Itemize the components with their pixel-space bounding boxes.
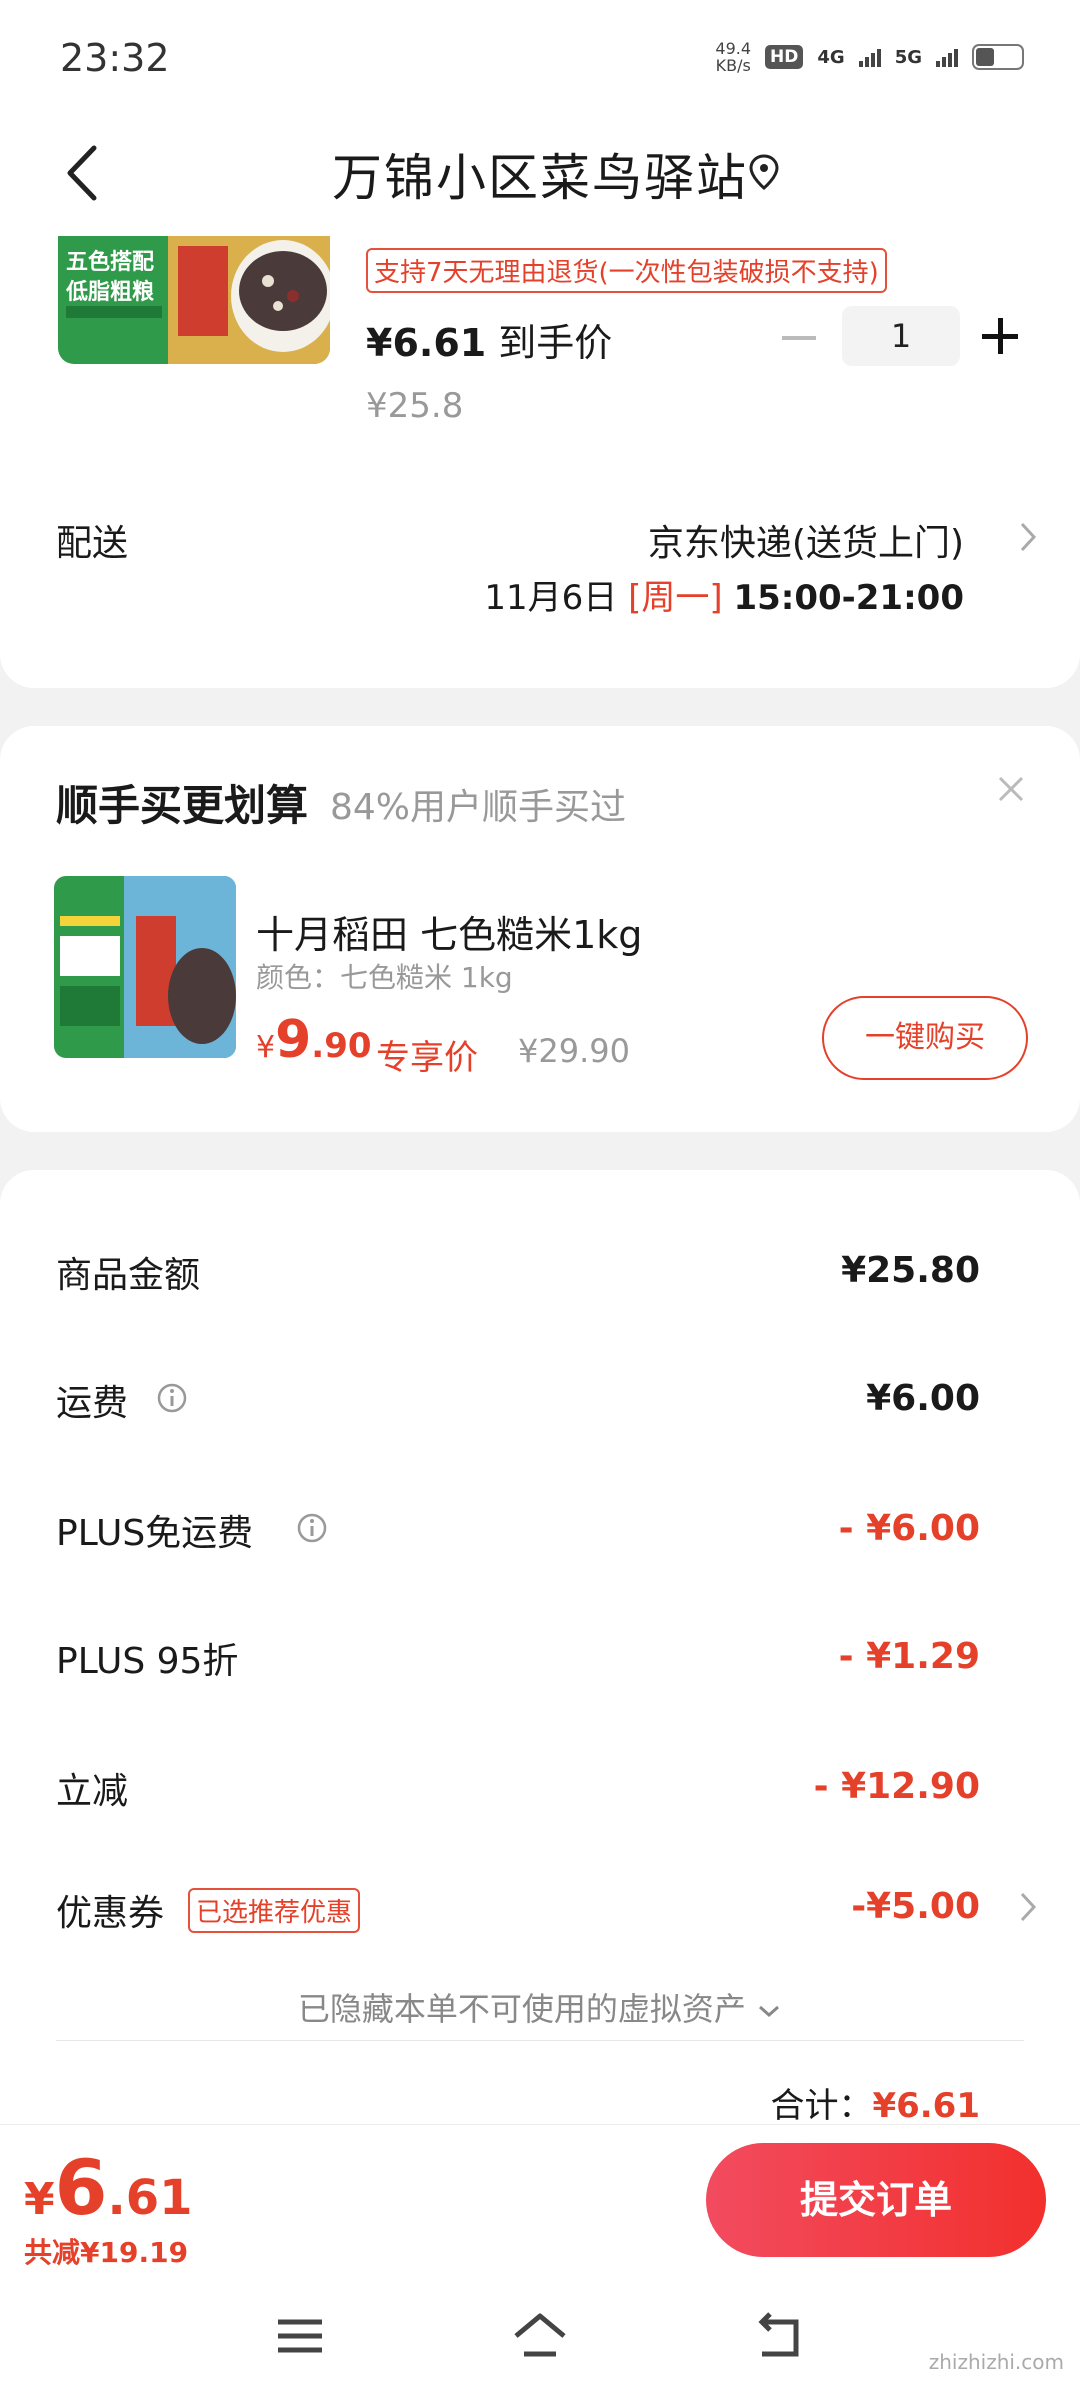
payable-amount: ¥6.61 <box>24 2143 193 2232</box>
exclusive-price-label: 专享价 <box>376 1038 478 1078</box>
page-title: 万锦小区菜鸟驿站 <box>332 149 748 207</box>
battery-icon <box>972 44 1024 70</box>
chevron-right-icon[interactable] <box>1018 1890 1038 1924</box>
recommend-subtitle: 84%用户顺手买过 <box>330 787 627 828</box>
total-saved: 共减¥19.19 <box>24 2236 189 2269</box>
shipping-fee-value: ¥6.00 <box>866 1378 980 1419</box>
goods-amount-label: 商品金额 <box>56 1255 201 1296</box>
status-time: 23:32 <box>60 36 170 80</box>
plus-free-shipping-label: PLUS免运费 <box>56 1513 254 1554</box>
chevron-right-icon[interactable] <box>1018 520 1038 554</box>
recommend-product-image[interactable] <box>54 876 236 1058</box>
shipping-fee-label: 运费 <box>56 1383 129 1424</box>
delivery-time[interactable]: 11月6日 [周一] 15:00-21:00 <box>484 570 964 619</box>
menu-icon[interactable] <box>270 2306 330 2366</box>
product-image-text: 五色搭配 低脂粗粮 <box>66 250 155 305</box>
info-icon[interactable] <box>156 1382 188 1414</box>
goods-amount-value: ¥25.80 <box>841 1250 980 1291</box>
shipping-label: 配送 <box>56 523 129 564</box>
info-icon[interactable] <box>296 1512 328 1544</box>
close-icon[interactable] <box>996 774 1026 804</box>
plus-free-shipping-value: - ¥6.00 <box>838 1508 980 1549</box>
coupon-label: 优惠券 <box>56 1893 165 1934</box>
recommend-title: 顺手买更划算 <box>56 781 309 830</box>
instant-discount-value: - ¥12.90 <box>813 1766 980 1807</box>
recommend-card: 顺手买更划算 84%用户顺手买过 十月稻田 七色糙米1kg 颜色：七色糙米 1k… <box>0 726 1080 1132</box>
watermark: zhizhizhi.com <box>928 2350 1064 2374</box>
return-policy-tag: 支持7天无理由退货(一次性包装破损不支持) <box>366 248 887 293</box>
signal-icon <box>936 47 958 67</box>
decrease-quantity-button[interactable] <box>782 336 816 340</box>
status-icons: 49.4 KB/s HD 4G 5G <box>715 40 1024 74</box>
divider <box>56 2040 1024 2041</box>
product-image[interactable]: 五色搭配 低脂粗粮 <box>58 236 330 364</box>
recommend-product-name[interactable]: 十月稻田 七色糙米1kg <box>256 904 642 959</box>
recommend-product-color: 颜色：七色糙米 1kg <box>256 961 513 994</box>
order-product-card: 五色搭配 低脂粗粮 支持7天无理由退货(一次性包装破损不支持) ¥6.61 到手… <box>0 236 1080 688</box>
increase-quantity-button[interactable] <box>982 318 1018 354</box>
order-total: 合计：¥6.61 <box>770 2086 980 2126</box>
recommend-price: ¥9.90 <box>256 1010 372 1070</box>
location-pin-icon[interactable] <box>746 152 782 192</box>
recommend-old-price: ¥29.90 <box>518 1032 630 1070</box>
plus-discount-value: - ¥1.29 <box>838 1636 980 1677</box>
chevron-down-icon <box>759 2005 780 2018</box>
system-nav-bar <box>0 2276 1080 2400</box>
back-nav-icon[interactable] <box>750 2306 810 2366</box>
header: 万锦小区菜鸟驿站 <box>0 118 1080 236</box>
network-5g-label: 5G <box>894 46 922 68</box>
shipping-method[interactable]: 京东快递(送货上门) <box>648 514 964 566</box>
price-summary-card: 商品金额 ¥25.80 运费 ¥6.00 PLUS免运费 - ¥6.00 PLU… <box>0 1170 1080 2130</box>
hand-price: ¥6.61 到手价 <box>366 321 613 365</box>
home-icon[interactable] <box>510 2306 570 2366</box>
back-arrow-icon[interactable] <box>56 138 116 208</box>
one-click-buy-button[interactable]: 一键购买 <box>822 996 1028 1080</box>
hidden-assets-toggle[interactable]: 已隐藏本单不可使用的虚拟资产 <box>0 1984 1080 2030</box>
instant-discount-label: 立减 <box>56 1771 129 1812</box>
original-price: ¥25.8 <box>366 386 464 426</box>
hd-icon: HD <box>765 45 804 69</box>
coupon-value[interactable]: -¥5.00 <box>851 1886 980 1927</box>
checkout-bar: ¥6.61 共减¥19.19 提交订单 <box>0 2124 1080 2276</box>
status-bar: 23:32 49.4 KB/s HD 4G 5G <box>0 0 1080 118</box>
network-4g-label: 4G <box>817 46 845 68</box>
signal-icon <box>858 47 881 67</box>
plus-discount-label: PLUS 95折 <box>56 1641 239 1682</box>
quantity-input[interactable]: 1 <box>842 306 960 366</box>
network-speed: 49.4 KB/s <box>715 39 752 75</box>
coupon-recommended-tag: 已选推荐优惠 <box>188 1888 361 1933</box>
submit-order-button[interactable]: 提交订单 <box>706 2143 1046 2257</box>
